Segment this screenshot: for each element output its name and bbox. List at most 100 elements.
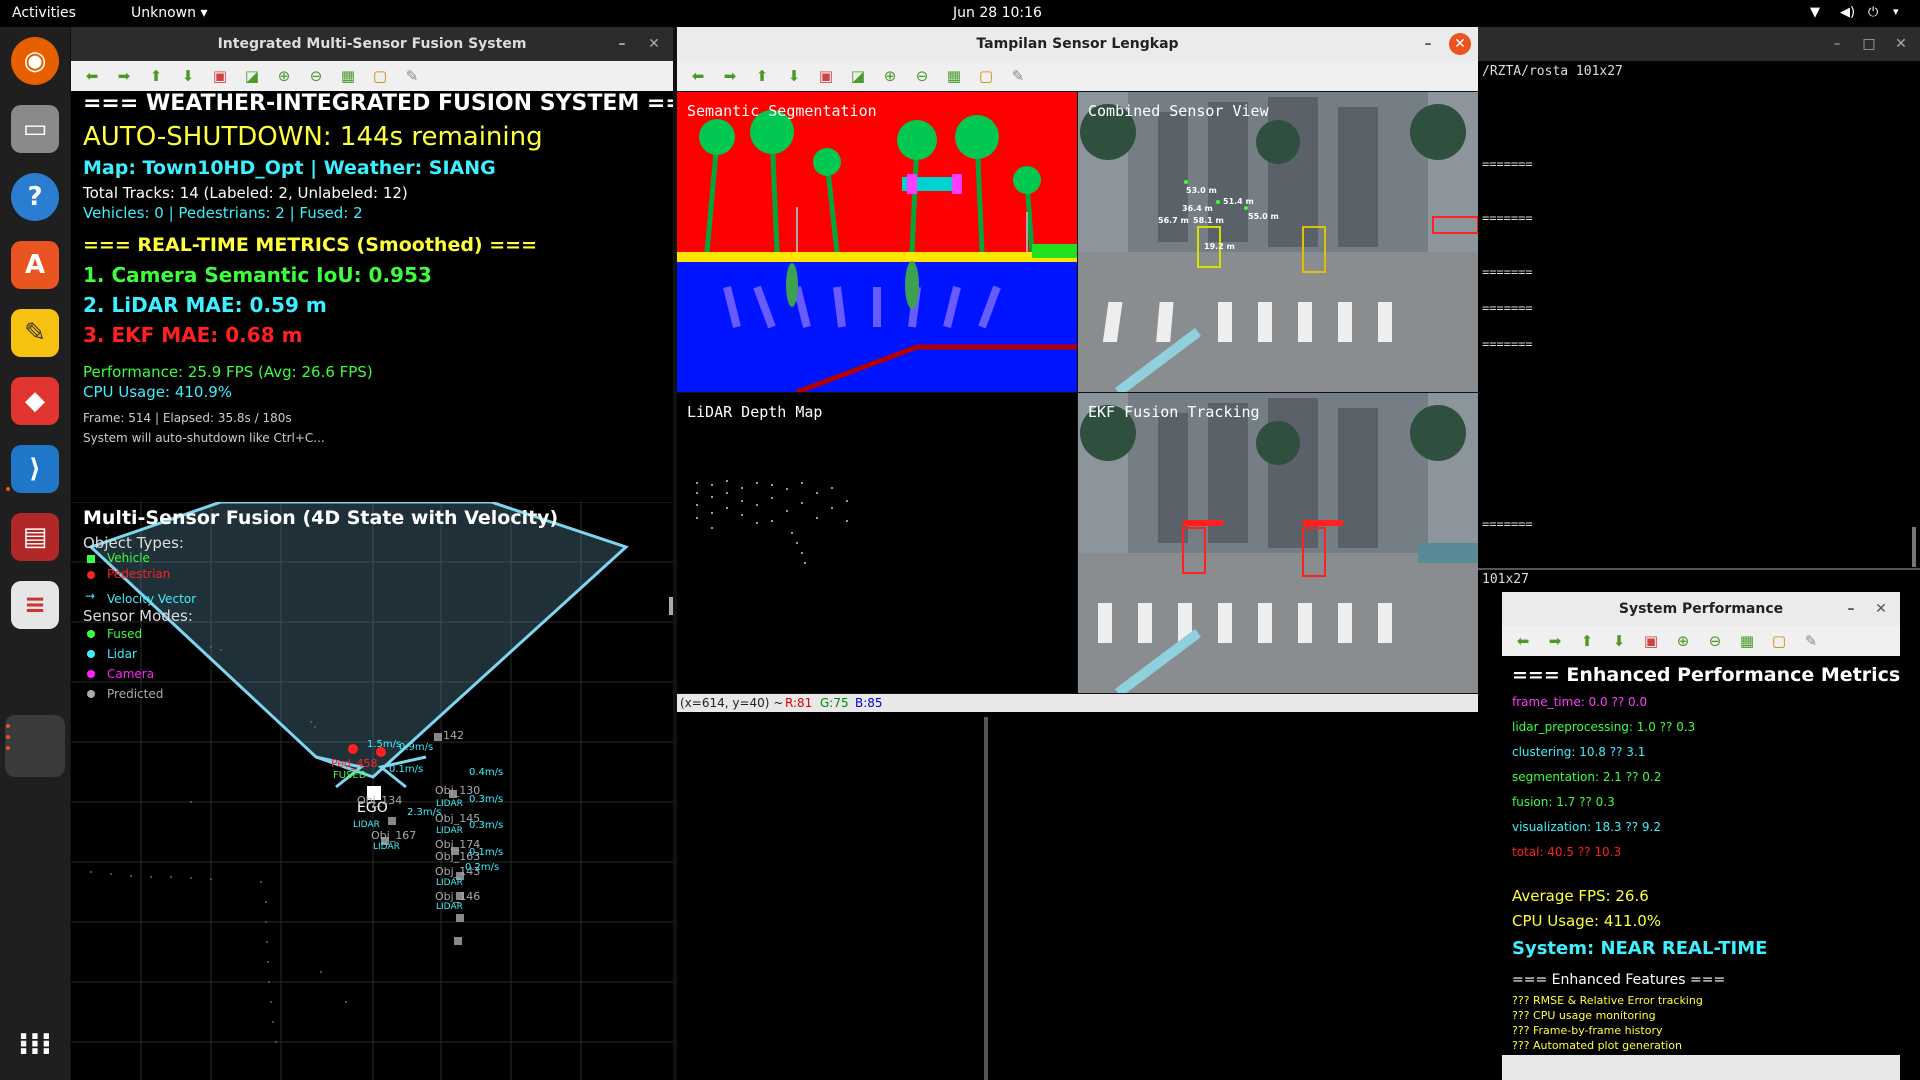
splitter[interactable]	[984, 717, 988, 1080]
zoom-fit-icon[interactable]: ▣	[1642, 632, 1660, 650]
close-icon[interactable]: ✕	[1449, 33, 1471, 55]
zoom-in-icon[interactable]: ⊕	[275, 67, 293, 85]
fusion-map[interactable]: Multi-Sensor Fusion (4D State with Veloc…	[71, 502, 673, 1080]
fusion-window: Integrated Multi-Sensor Fusion System – …	[71, 27, 673, 1080]
perf-header: === Enhanced Performance Metrics (m	[1512, 664, 1900, 686]
perf-frame-time: frame_time: 0.0 ?? 0.0	[1512, 695, 1648, 709]
pan-down-icon[interactable]: ⬇	[1610, 632, 1628, 650]
software-center-icon[interactable]: A	[11, 241, 59, 289]
feature-item: ??? Frame-by-frame history	[1512, 1024, 1663, 1037]
segmentation-panel[interactable]: Semantic Segmentation	[677, 92, 1077, 392]
pan-right-icon[interactable]: ➡	[721, 67, 739, 85]
predicted-legend-icon	[87, 690, 95, 698]
zoom-fit-icon[interactable]: ▣	[211, 67, 229, 85]
help-icon[interactable]: ?	[11, 173, 59, 221]
velocity-label: 0.2m/s	[465, 862, 500, 873]
save-icon[interactable]: ▦	[1738, 632, 1756, 650]
volume-icon[interactable]: ◀)	[1840, 5, 1855, 20]
firefox-icon[interactable]: ◉	[11, 37, 59, 85]
zoom-out-icon[interactable]: ⊖	[307, 67, 325, 85]
legend-sensor-modes: Sensor Modes:	[83, 607, 193, 625]
system-menu-icon[interactable]: ▾	[1893, 5, 1899, 18]
perf-cpu: CPU Usage: 411.0%	[1512, 912, 1662, 930]
terminal-titlebar: – □ ✕	[1478, 27, 1920, 61]
activities-button[interactable]: Activities	[12, 5, 76, 21]
zoom-region-icon[interactable]: ◪	[849, 67, 867, 85]
legend-camera: Camera	[107, 667, 155, 681]
pan-left-icon[interactable]: ⬅	[689, 67, 707, 85]
velocity-label: 0.3m/s	[469, 820, 504, 831]
pan-up-icon[interactable]: ⬆	[753, 67, 771, 85]
zoom-out-icon[interactable]: ⊖	[1706, 632, 1724, 650]
sensor-view-window: Tampilan Sensor Lengkap – ✕ ⬅ ➡ ⬆ ⬇ ▣ ◪ …	[677, 27, 1478, 1080]
copy-icon[interactable]: ▢	[977, 67, 995, 85]
window-resize-handle[interactable]	[669, 597, 673, 615]
terminal-scrollbar[interactable]	[1912, 527, 1916, 567]
save-icon[interactable]: ▦	[339, 67, 357, 85]
pan-down-icon[interactable]: ⬇	[179, 67, 197, 85]
status-green: G:75	[820, 696, 849, 710]
close-icon[interactable]: ✕	[1890, 33, 1912, 55]
pan-down-icon[interactable]: ⬇	[785, 67, 803, 85]
copy-icon[interactable]: ▢	[371, 67, 389, 85]
minimize-icon[interactable]: –	[1840, 598, 1862, 620]
pan-right-icon[interactable]: ➡	[115, 67, 133, 85]
minimize-icon[interactable]: –	[1826, 33, 1848, 55]
combined-panel[interactable]: Combined Sensor View 53.0 m 36.4 m 56.7 …	[1078, 92, 1478, 392]
distance-label: 55.0 m	[1248, 212, 1279, 221]
performance-status-bar	[1502, 1055, 1900, 1080]
minimize-icon[interactable]: –	[1417, 33, 1439, 55]
legend-vehicle: Vehicle	[107, 551, 150, 565]
system-monitor-icon[interactable]: ▤	[11, 513, 59, 561]
object-label: Obj_134	[357, 794, 403, 807]
document-viewer-icon[interactable]: ≡	[11, 581, 59, 629]
text-editor-icon[interactable]: ✎	[11, 309, 59, 357]
pan-up-icon[interactable]: ⬆	[147, 67, 165, 85]
power-icon[interactable]: ⏻	[1868, 5, 1878, 20]
pan-up-icon[interactable]: ⬆	[1578, 632, 1596, 650]
zoom-region-icon[interactable]: ◪	[243, 67, 261, 85]
zoom-fit-icon[interactable]: ▣	[817, 67, 835, 85]
vehicle-legend-icon	[87, 555, 95, 563]
running-app-icon[interactable]	[5, 715, 65, 777]
lidar-depth-panel[interactable]: LiDAR Depth Map	[677, 393, 1077, 693]
anydesk-icon[interactable]: ◆	[11, 377, 59, 425]
combined-image	[1078, 92, 1478, 392]
terminal-line: =======	[1482, 301, 1533, 315]
minimize-icon[interactable]: –	[611, 33, 633, 55]
terminal-line: =======	[1482, 337, 1533, 351]
show-apps-icon[interactable]: ⁝⁝⁝	[11, 1021, 59, 1069]
copy-icon[interactable]: ▢	[1770, 632, 1788, 650]
segmentation-image	[677, 92, 1077, 392]
terminal-title: /RZTA/rosta 101x27	[1482, 64, 1623, 79]
properties-icon[interactable]: ✎	[403, 67, 421, 85]
close-icon[interactable]: ✕	[643, 33, 665, 55]
velocity-label: 0.1m/s	[389, 764, 424, 775]
wifi-icon[interactable]: ▼	[1810, 5, 1820, 20]
terminal-line: =======	[1482, 517, 1533, 531]
close-icon[interactable]: ✕	[1870, 598, 1892, 620]
zoom-out-icon[interactable]: ⊖	[913, 67, 931, 85]
lidar-tag: LIDAR	[353, 820, 380, 830]
files-icon[interactable]: ▭	[11, 105, 59, 153]
fusion-titlebar: Integrated Multi-Sensor Fusion System – …	[71, 27, 673, 61]
velocity-arrow-icon: →	[85, 589, 96, 603]
fusion-map-canvas	[71, 502, 673, 1080]
save-icon[interactable]: ▦	[945, 67, 963, 85]
zoom-in-icon[interactable]: ⊕	[1674, 632, 1692, 650]
status-coords: (x=614, y=40) ~	[680, 696, 784, 710]
pan-right-icon[interactable]: ➡	[1546, 632, 1564, 650]
pedestrian-legend-icon	[87, 571, 95, 579]
clock[interactable]: Jun 28 10:16	[953, 5, 1042, 21]
pan-left-icon[interactable]: ⬅	[1514, 632, 1532, 650]
properties-icon[interactable]: ✎	[1802, 632, 1820, 650]
pan-left-icon[interactable]: ⬅	[83, 67, 101, 85]
app-menu[interactable]: Unknown ▾	[131, 5, 207, 21]
properties-icon[interactable]: ✎	[1009, 67, 1027, 85]
zoom-in-icon[interactable]: ⊕	[881, 67, 899, 85]
performance-toolbar: ⬅ ➡ ⬆ ⬇ ▣ ⊕ ⊖ ▦ ▢ ✎	[1502, 626, 1900, 656]
maximize-icon[interactable]: □	[1858, 33, 1880, 55]
feature-item: ??? RMSE & Relative Error tracking	[1512, 994, 1703, 1007]
vscode-icon[interactable]: ⟩	[11, 445, 59, 493]
ekf-panel[interactable]: EKF Fusion Tracking	[1078, 393, 1478, 693]
